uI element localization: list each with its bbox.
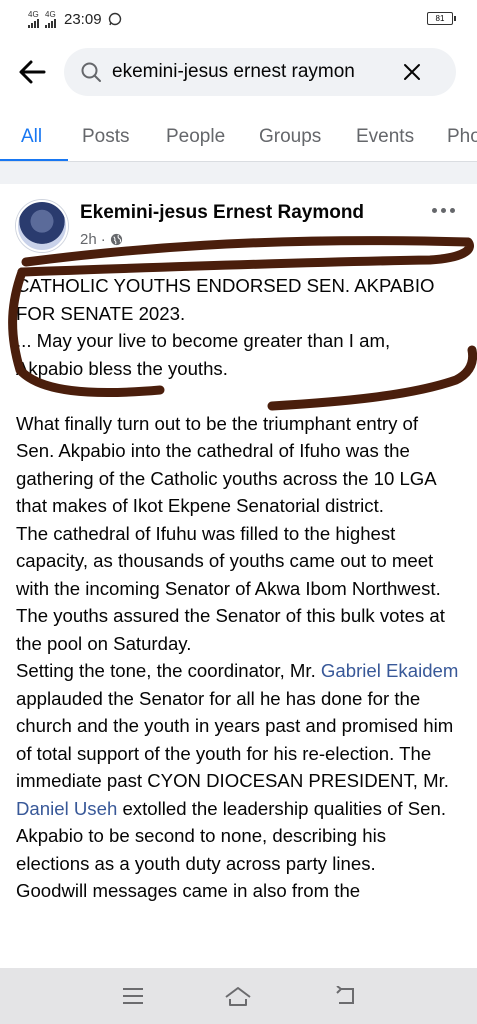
mention-daniel-useh[interactable]: Daniel Useh: [16, 798, 117, 819]
post-headline: CATHOLIC YOUTHS ENDORSED SEN. AKPABIO FO…: [16, 275, 435, 324]
para-4-text-a: Setting the tone, the coordinator, Mr.: [16, 660, 321, 681]
nav-menu-button[interactable]: [113, 976, 153, 1016]
tab-groups[interactable]: Groups: [259, 126, 321, 148]
post-meta: 2h ·: [80, 231, 123, 248]
tab-all[interactable]: All: [21, 126, 42, 148]
back-arrow-icon[interactable]: [16, 56, 48, 88]
network-type-1: 4G: [28, 9, 39, 19]
post-time[interactable]: 2h: [80, 231, 97, 248]
status-time: 23:09: [64, 10, 102, 28]
tab-photos[interactable]: Pho: [447, 126, 477, 148]
more-dots-icon: [440, 207, 446, 213]
avatar[interactable]: [16, 200, 68, 252]
whatsapp-icon: [108, 12, 121, 26]
more-dots-icon: [449, 207, 455, 213]
post-author[interactable]: Ekemini-jesus Ernest Raymond: [80, 202, 364, 224]
nav-home-button[interactable]: [218, 976, 258, 1016]
close-icon[interactable]: [402, 62, 422, 82]
mention-gabriel-ekaidem[interactable]: Gabriel Ekaidem: [321, 660, 458, 681]
post-text: CATHOLIC YOUTHS ENDORSED SEN. AKPABIO FO…: [16, 272, 461, 905]
tab-people[interactable]: People: [166, 126, 225, 148]
post-paragraph-3: The youths assured the Senator of this b…: [16, 605, 445, 654]
tab-posts[interactable]: Posts: [82, 126, 130, 148]
back-icon: [336, 986, 355, 1004]
nav-back-button[interactable]: [324, 976, 364, 1016]
status-left: 4G 4G 23:09: [28, 9, 122, 28]
menu-icon: [122, 988, 143, 1004]
home-icon: [225, 987, 252, 1006]
signal-icon: 4G: [28, 9, 39, 28]
network-type-2: 4G: [45, 9, 56, 19]
more-options-button[interactable]: [427, 198, 459, 222]
battery-level: 81: [435, 14, 445, 23]
search-input[interactable]: [112, 61, 392, 83]
post-headline-2: ... May your live to become greater than…: [16, 330, 391, 379]
search-tabs: All Posts People Groups Events Pho: [0, 110, 477, 162]
post-paragraph-5: Goodwill messages came in also from the: [16, 880, 361, 901]
system-navigation-bar: [0, 968, 477, 1024]
globe-icon: [110, 233, 122, 246]
status-bar: 4G 4G 23:09 81: [0, 0, 477, 38]
section-divider: [0, 162, 477, 184]
post-paragraph-4: Setting the tone, the coordinator, Mr. G…: [16, 657, 461, 877]
post-paragraph-1: What finally turn out to be the triumpha…: [16, 412, 436, 517]
signal-icon: 4G: [45, 9, 56, 28]
search-bar[interactable]: [64, 48, 456, 96]
meta-separator: ·: [100, 231, 106, 248]
post-paragraph-2: The cathedral of Ifuhu was filled to the…: [16, 522, 441, 599]
battery-icon: 81: [427, 12, 456, 25]
search-icon: [81, 62, 101, 82]
search-header: [0, 44, 477, 100]
more-dots-icon: [431, 207, 437, 213]
tab-events[interactable]: Events: [356, 126, 414, 148]
para-4-text-b: applauded the Senator for all he has don…: [16, 687, 454, 792]
